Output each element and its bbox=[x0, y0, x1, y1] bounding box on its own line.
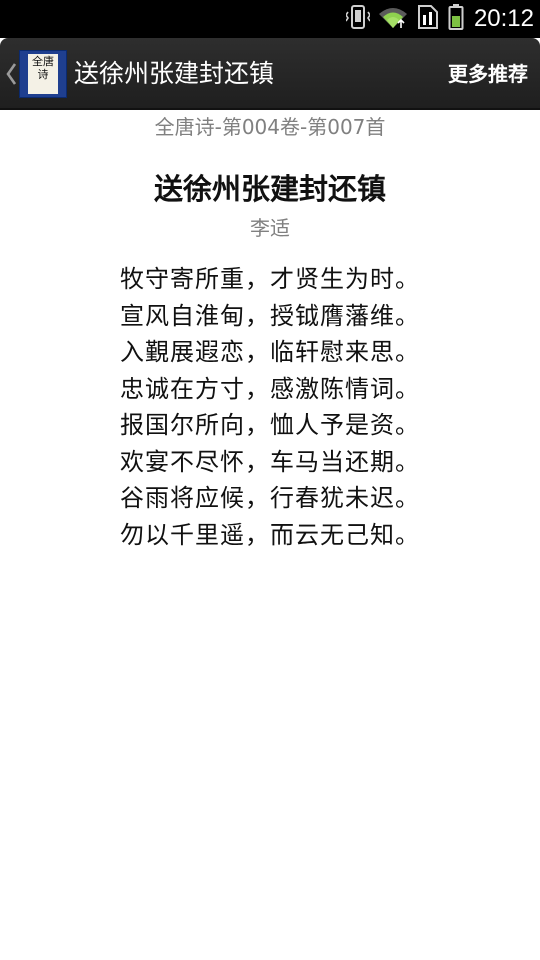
poem-line: 宣风自淮甸，授钺膺藩维。 bbox=[120, 301, 420, 330]
wifi-icon bbox=[378, 5, 408, 33]
status-time: 20:12 bbox=[473, 5, 534, 32]
poem-author: 李适 bbox=[250, 216, 290, 240]
back-chevron-icon[interactable] bbox=[4, 58, 18, 90]
sim-icon bbox=[416, 3, 440, 35]
poem-lines: 牧守寄所重，才贤生为时。 宣风自淮甸，授钺膺藩维。 入覲展遐恋，临轩慰来思。 忠… bbox=[0, 261, 540, 553]
poem-title: 送徐州张建封还镇 bbox=[153, 172, 386, 206]
status-icons: 20:12 bbox=[344, 0, 534, 38]
poem-line: 牧守寄所重，才贤生为时。 bbox=[120, 265, 420, 293]
battery-icon bbox=[448, 3, 464, 35]
more-recommendations-button[interactable]: 更多推荐 bbox=[448, 38, 528, 110]
poem-line: 勿以千里遥，而云无己知。 bbox=[120, 520, 420, 549]
app-logo-text: 全唐诗 bbox=[28, 54, 58, 94]
poem-source: 全唐诗-第004卷-第007首 bbox=[154, 115, 386, 139]
status-bar: 20:12 bbox=[0, 0, 540, 38]
poem-line: 忠诚在方寸，感激陈情词。 bbox=[120, 374, 420, 403]
poem-line: 欢宴不尽怀，车马当还期。 bbox=[120, 447, 420, 476]
poem-line: 入覲展遐恋，临轩慰来思。 bbox=[120, 338, 420, 366]
action-bar: 全唐诗 送徐州张建封还镇 更多推荐 bbox=[0, 38, 540, 110]
poem-line: 谷雨将应候，行春犹未迟。 bbox=[120, 484, 420, 512]
action-bar-title: 送徐州张建封还镇 bbox=[74, 59, 275, 88]
app-logo[interactable]: 全唐诗 bbox=[19, 50, 67, 98]
poem-content: 全唐诗-第004卷-第007首 送徐州张建封还镇 李适 牧守寄所重，才贤生为时。… bbox=[0, 110, 540, 553]
vibrate-icon bbox=[344, 4, 371, 34]
poem-line: 报国尔所向，恤人予是资。 bbox=[120, 411, 420, 439]
